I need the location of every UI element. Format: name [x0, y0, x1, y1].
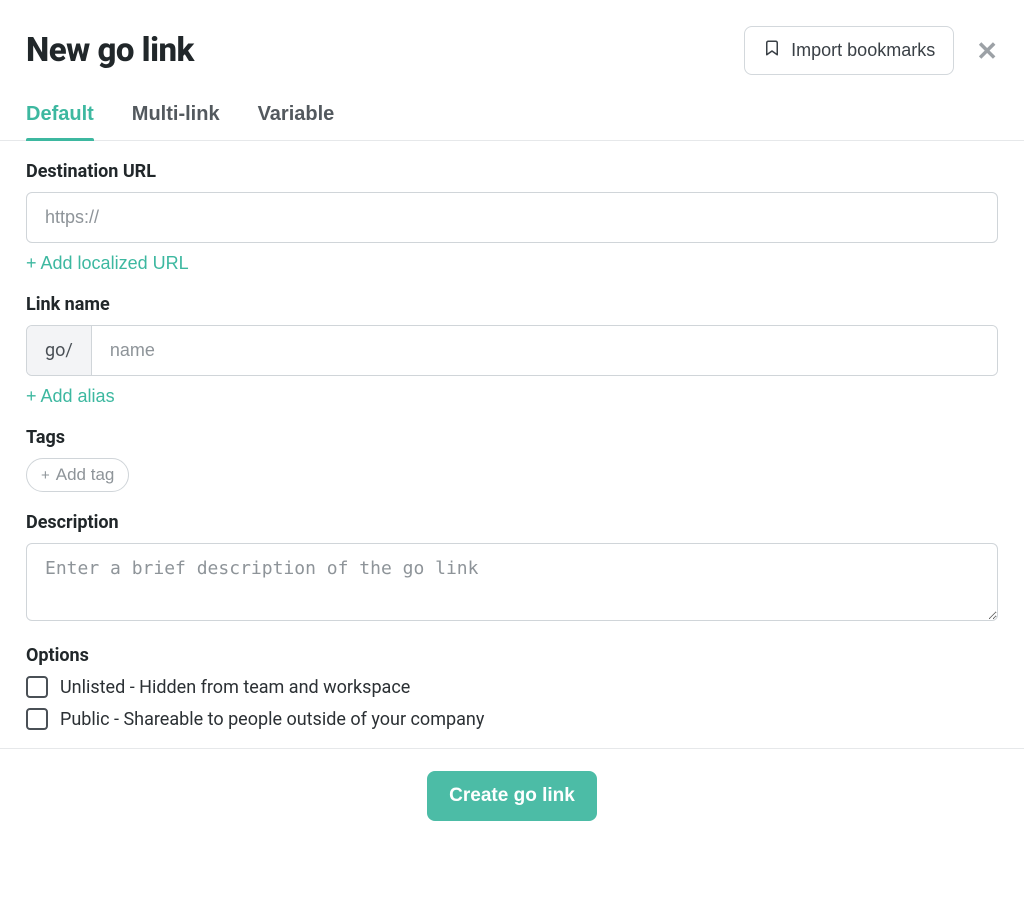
options-section: Options Unlisted - Hidden from team and … [26, 645, 998, 730]
description-label: Description [26, 512, 998, 533]
option-unlisted-row: Unlisted - Hidden from team and workspac… [26, 676, 998, 698]
tablist: Default Multi-link Variable [0, 103, 1024, 141]
description-textarea[interactable] [26, 543, 998, 621]
description-section: Description [26, 512, 998, 625]
option-public-row: Public - Shareable to people outside of … [26, 708, 998, 730]
tags-section: Tags + Add tag [26, 427, 998, 492]
destination-url-input[interactable] [26, 192, 998, 243]
modal-header: New go link Import bookmarks ✕ [26, 26, 998, 75]
add-tag-label: Add tag [56, 465, 115, 485]
destination-url-section: Destination URL + Add localized URL [26, 161, 998, 274]
tags-label: Tags [26, 427, 998, 448]
destination-url-label: Destination URL [26, 161, 998, 182]
bookmark-icon [763, 39, 781, 62]
import-bookmarks-button[interactable]: Import bookmarks [744, 26, 954, 75]
unlisted-checkbox[interactable] [26, 676, 48, 698]
link-name-input[interactable] [92, 326, 997, 375]
new-go-link-modal: New go link Import bookmarks ✕ Default M… [0, 0, 1024, 849]
unlisted-label[interactable]: Unlisted - Hidden from team and workspac… [60, 677, 410, 698]
public-label[interactable]: Public - Shareable to people outside of … [60, 709, 484, 730]
modal-footer: Create go link [26, 771, 998, 821]
link-name-prefix: go/ [27, 326, 92, 375]
import-bookmarks-label: Import bookmarks [791, 40, 935, 61]
plus-icon: + [41, 468, 50, 483]
add-tag-button[interactable]: + Add tag [26, 458, 129, 492]
create-go-link-button[interactable]: Create go link [427, 771, 597, 821]
link-name-input-group: go/ [26, 325, 998, 376]
tab-default[interactable]: Default [26, 103, 94, 140]
tab-multi-link[interactable]: Multi-link [132, 103, 220, 140]
public-checkbox[interactable] [26, 708, 48, 730]
link-name-label: Link name [26, 294, 998, 315]
link-name-section: Link name go/ + Add alias [26, 294, 998, 407]
close-icon: ✕ [976, 36, 998, 66]
header-actions: Import bookmarks ✕ [744, 26, 998, 75]
add-localized-url-button[interactable]: + Add localized URL [26, 253, 189, 274]
options-label: Options [26, 645, 998, 666]
footer-divider [0, 748, 1024, 749]
add-alias-button[interactable]: + Add alias [26, 386, 115, 407]
tab-variable[interactable]: Variable [258, 103, 335, 140]
page-title: New go link [26, 31, 194, 70]
close-button[interactable]: ✕ [976, 38, 998, 64]
